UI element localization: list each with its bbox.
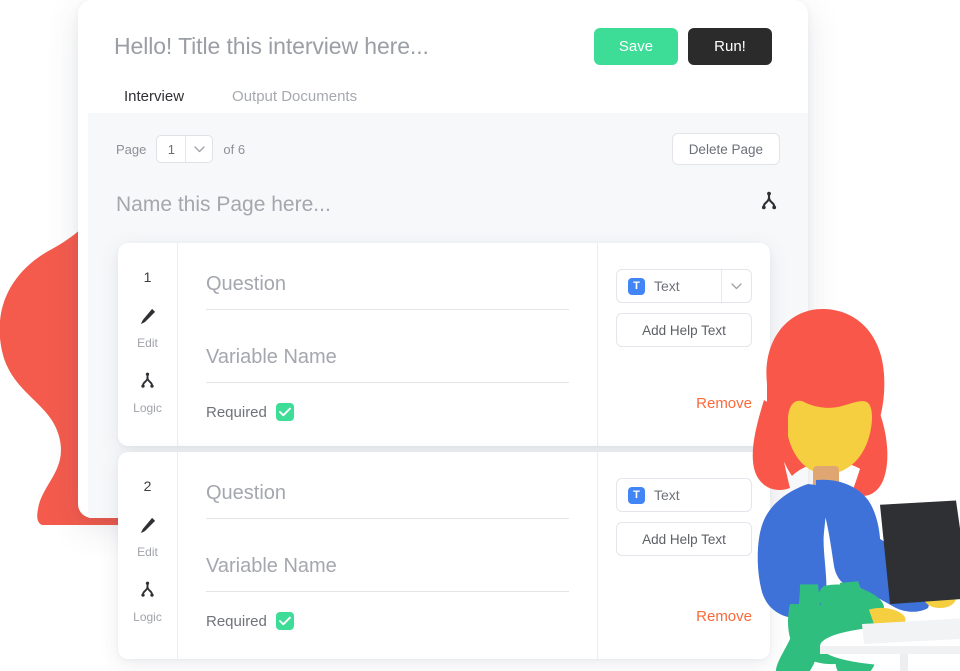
shirt-upper-shape	[816, 479, 881, 588]
required-checkbox[interactable]	[275, 403, 294, 421]
window-header: Hello! Title this interview here... Save…	[78, 0, 808, 117]
title-row: Hello! Title this interview here... Save…	[114, 0, 772, 65]
chevron-down-icon[interactable]	[721, 270, 751, 302]
logic-branch-icon[interactable]	[758, 191, 780, 218]
table-top-edge	[820, 646, 960, 654]
question-fields: Question Variable Name Required	[178, 243, 598, 446]
tab-bar: Interview Output Documents	[114, 81, 772, 117]
chevron-down-icon[interactable]	[185, 136, 212, 162]
required-label: Required	[206, 612, 267, 630]
knee-shape	[818, 584, 884, 620]
add-help-text-button[interactable]: Add Help Text	[616, 522, 752, 556]
required-checkbox[interactable]	[275, 612, 294, 630]
question-number: 2	[143, 478, 152, 494]
run-button[interactable]: Run!	[688, 28, 772, 65]
edit-label: Edit	[137, 336, 158, 350]
required-row: Required	[206, 403, 569, 421]
question-text-input[interactable]: Question	[206, 273, 569, 310]
forearm-shape	[850, 560, 929, 612]
table-top-shape	[820, 626, 960, 666]
text-type-icon: T	[628, 486, 645, 504]
edit-action[interactable]: Edit	[137, 516, 158, 559]
question-type-value-wrap: T Text	[617, 270, 721, 302]
question-fields: Question Variable Name Required	[178, 452, 598, 659]
page-total-label: of 6	[223, 141, 246, 157]
question-type-label: Text	[654, 487, 680, 503]
variable-name-input[interactable]: Variable Name	[206, 346, 569, 383]
question-text-input[interactable]: Question	[206, 482, 569, 519]
page-number-value: 1	[167, 141, 175, 157]
question-options: T Text Add Help Text Remove	[598, 452, 770, 659]
logic-branch-icon	[138, 372, 157, 396]
edit-label: Edit	[137, 545, 158, 559]
question-card: 1 Edit Logic Question Variable Name Requ…	[118, 243, 770, 446]
page-toolbar: Page 1 of 6 Delete Page	[88, 113, 808, 165]
page-name-input[interactable]: Name this Page here...	[116, 193, 331, 217]
save-button[interactable]: Save	[594, 28, 678, 65]
second-hand-shape	[863, 607, 906, 629]
add-help-text-button[interactable]: Add Help Text	[616, 313, 752, 347]
hair-lower-right-shape	[852, 408, 888, 496]
page-number-select[interactable]: 1	[156, 135, 214, 163]
delete-page-button[interactable]: Delete Page	[671, 133, 780, 165]
question-options: T Text Add Help Text Remove	[598, 243, 770, 446]
lap-thigh-shape	[788, 604, 906, 665]
question-type-label: Text	[654, 278, 680, 294]
required-label: Required	[206, 403, 267, 421]
logic-label: Logic	[133, 610, 162, 624]
pencil-icon	[138, 307, 157, 331]
page-name-row: Name this Page here...	[88, 165, 808, 218]
logic-label: Logic	[133, 401, 162, 415]
hand-shape	[924, 588, 956, 608]
neck-shape	[813, 466, 839, 492]
required-row: Required	[206, 612, 569, 630]
logic-action[interactable]: Logic	[133, 581, 162, 624]
question-type-select[interactable]: T Text	[616, 478, 752, 512]
header-actions: Save Run!	[594, 28, 772, 65]
screenshot-root: Hello! Title this interview here... Save…	[0, 0, 960, 671]
pencil-icon	[138, 516, 157, 540]
leg-front-shape	[835, 581, 878, 671]
arm-shape	[854, 528, 936, 601]
logic-action[interactable]: Logic	[133, 372, 162, 415]
edit-action[interactable]: Edit	[137, 307, 158, 350]
page-selector-group: Page 1 of 6	[116, 135, 245, 163]
question-card: 2 Edit Logic Question Variable Name Requ…	[118, 452, 770, 659]
text-type-icon: T	[628, 277, 645, 295]
page-label: Page	[116, 141, 147, 157]
remove-question-link[interactable]: Remove	[696, 395, 752, 412]
variable-name-input[interactable]: Variable Name	[206, 555, 569, 592]
remove-question-link[interactable]: Remove	[696, 608, 752, 625]
question-type-select[interactable]: T Text	[616, 269, 752, 303]
question-rail: 2 Edit Logic	[118, 452, 178, 659]
question-rail: 1 Edit Logic	[118, 243, 178, 446]
question-number: 1	[143, 269, 152, 285]
laptop-screen-shape	[880, 500, 960, 605]
laptop-base-shape	[862, 618, 960, 644]
question-type-value-wrap: T Text	[617, 479, 751, 511]
leg-back-shape	[775, 584, 821, 671]
logic-branch-icon	[138, 581, 157, 605]
table-stem-shape	[900, 654, 908, 671]
interview-title-input[interactable]: Hello! Title this interview here...	[114, 33, 429, 60]
